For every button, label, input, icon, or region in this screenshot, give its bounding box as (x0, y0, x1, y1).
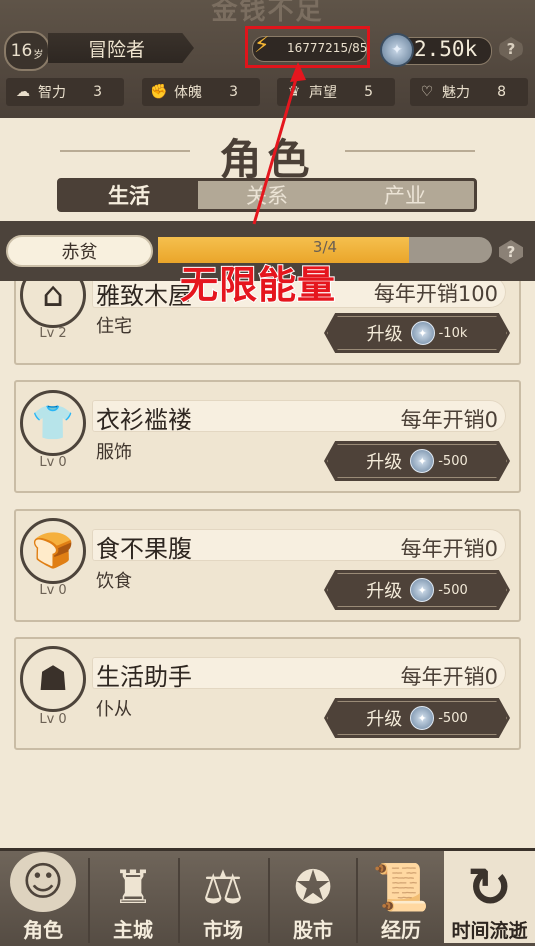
upgrade-button[interactable]: 升级 ✦ -10k (324, 313, 510, 353)
upgrade-button[interactable]: 升级 ✦ -500 (324, 441, 510, 481)
nav-character[interactable]: ☺ 角色 (0, 852, 86, 943)
refresh-icon: ↻ (466, 856, 513, 919)
annotation-text: 无限能量 (179, 262, 337, 308)
time-pass-button[interactable]: ↻ 时间流逝 (444, 851, 535, 943)
castle-icon: ♜ (112, 860, 154, 914)
nav-label: 股市 (293, 918, 333, 942)
upgrade-button[interactable]: 升级 ✦ -500 (324, 698, 510, 738)
item-cost: 每年开销0 (400, 537, 498, 561)
nav-label: 市场 (203, 918, 243, 942)
food-basket-icon: 🍞 (20, 518, 86, 584)
scroll-icon: 📜 (372, 860, 430, 914)
hooded-servant-icon: ☗ (20, 646, 86, 712)
item-cost: 每年开销0 (400, 665, 498, 689)
nav-label: 主城 (113, 918, 153, 942)
item-level: Lv 0 (39, 455, 67, 470)
item-level: Lv 0 (39, 583, 67, 598)
nav-label: 经历 (381, 918, 421, 942)
time-pass-label: 时间流逝 (451, 920, 528, 942)
nav-market[interactable]: ⚖ 市场 (180, 852, 266, 943)
item-level: Lv 2 (39, 326, 67, 341)
character-icon: ☺ (10, 852, 76, 912)
item-level: Lv 0 (39, 712, 67, 727)
item-name: 食不果腹 (96, 535, 192, 563)
nav-label: 角色 (23, 918, 63, 942)
shirt-icon: 👕 (20, 390, 86, 456)
item-cost: 每年开销0 (400, 408, 498, 432)
item-type: 服饰 (96, 442, 132, 463)
item-name: 衣衫褴褛 (96, 406, 192, 434)
nav-history[interactable]: 📜 经历 (358, 852, 444, 943)
item-type: 住宅 (96, 316, 132, 337)
nav-city[interactable]: ♜ 主城 (90, 852, 176, 943)
item-type: 仆从 (96, 699, 132, 720)
scales-icon: ⚖ (202, 860, 244, 914)
stock-icon: ✪ (293, 860, 333, 914)
item-name: 生活助手 (96, 663, 192, 691)
item-type: 饮食 (96, 571, 132, 592)
upgrade-button[interactable]: 升级 ✦ -500 (324, 570, 510, 610)
nav-stock[interactable]: ✪ 股市 (270, 852, 356, 943)
